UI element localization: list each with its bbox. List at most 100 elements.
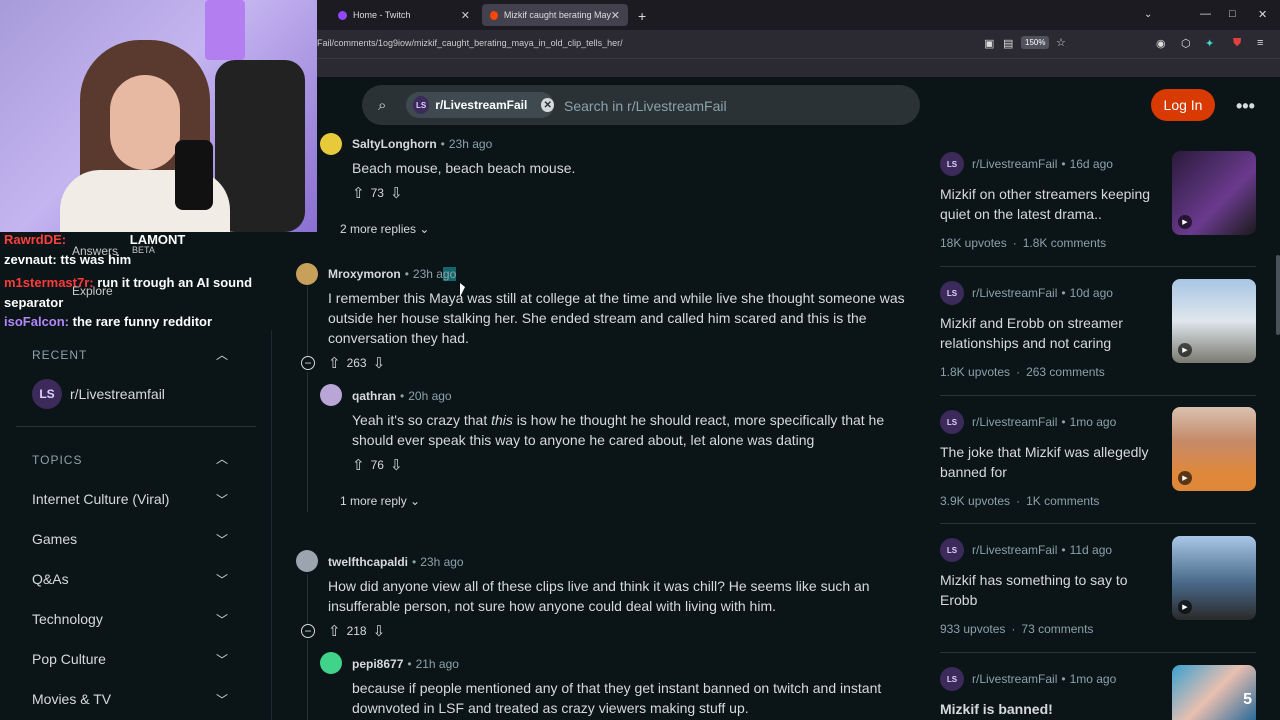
topic-qas[interactable]: Q&As	[32, 571, 69, 587]
related-subreddit[interactable]: r/LivestreamFail	[972, 286, 1057, 300]
chevron-down-icon[interactable]: ﹀	[216, 491, 228, 508]
chat-text: the rare funny redditor	[72, 314, 213, 329]
collapse-thread-icon[interactable]: −	[301, 356, 315, 370]
comment-header: qathran • 20h ago	[352, 389, 452, 403]
sidebar-item-livestreamfail[interactable]: LS r/Livestreamfail	[32, 379, 165, 409]
play-icon: ▶	[1178, 600, 1192, 614]
close-window-button[interactable]: ✕	[1258, 8, 1267, 21]
divider	[940, 523, 1256, 524]
maximize-button[interactable]: □	[1229, 8, 1236, 20]
subreddit-logo: LS	[940, 152, 964, 176]
avatar[interactable]	[296, 263, 318, 285]
avatar[interactable]	[320, 384, 342, 406]
vote-count: 263	[346, 356, 367, 370]
related-title[interactable]: The joke that Mizkif was allegedly banne…	[940, 442, 1160, 482]
topic-pop-culture[interactable]: Pop Culture	[32, 651, 106, 667]
search-input[interactable]: Search in r/LivestreamFail	[564, 98, 727, 114]
related-thumbnail[interactable]: ▶	[1172, 151, 1256, 235]
url-text[interactable]: Fail/comments/1og9iow/mizkif_caught_bera…	[317, 38, 623, 48]
more-replies-button[interactable]: 1 more reply ⌄	[328, 488, 432, 514]
tab-mizkif[interactable]: Mizkif caught berating Maya in ✕	[482, 4, 628, 26]
related-subreddit[interactable]: r/LivestreamFail	[972, 415, 1057, 429]
chat-message: isoFalcon: the rare funny redditor	[4, 314, 212, 329]
downvote-icon[interactable]: ⇩	[373, 354, 386, 372]
new-tab-button[interactable]: +	[638, 8, 646, 24]
comment-time[interactable]: 23h ago	[413, 267, 457, 281]
collapse-thread-icon[interactable]: −	[301, 624, 315, 638]
comment-author[interactable]: SaltyLonghorn	[352, 137, 437, 151]
menu-icon[interactable]: ≡	[1257, 37, 1263, 49]
search-icon[interactable]: ⌕	[378, 97, 386, 114]
extension-icon[interactable]: ✦	[1205, 37, 1214, 50]
comment-author[interactable]: qathran	[352, 389, 396, 403]
chevron-down-icon[interactable]: ﹀	[216, 651, 228, 668]
star-icon[interactable]: ☆	[1056, 36, 1066, 49]
account-icon[interactable]: ◉	[1156, 37, 1166, 50]
login-button[interactable]: Log In	[1151, 89, 1215, 121]
upvote-icon[interactable]: ⇧	[352, 456, 365, 474]
zoom-level[interactable]: 150%	[1021, 36, 1050, 49]
related-subreddit[interactable]: r/LivestreamFail	[972, 157, 1057, 171]
avatar[interactable]	[320, 652, 342, 674]
comment-time[interactable]: 21h ago	[416, 657, 459, 671]
clear-chip-icon[interactable]: ✕	[541, 98, 554, 112]
thread-line	[307, 372, 308, 512]
chevron-up-icon[interactable]: ︿	[216, 346, 228, 363]
chevron-down-icon: ⌄	[419, 222, 430, 236]
comment-author[interactable]: Mroxymoron	[328, 267, 401, 281]
related-thumbnail[interactable]: ▶	[1172, 536, 1256, 620]
topic-internet-culture[interactable]: Internet Culture (Viral)	[32, 491, 169, 507]
streamer-face	[110, 75, 180, 170]
downvote-icon[interactable]: ⇩	[390, 184, 403, 202]
chevron-down-icon[interactable]: ﹀	[216, 571, 228, 588]
more-replies-button[interactable]: 2 more replies ⌄	[328, 216, 441, 242]
close-icon[interactable]: ✕	[611, 9, 620, 22]
comment-author[interactable]: pepi8677	[352, 657, 403, 671]
scrollbar[interactable]	[1276, 255, 1280, 335]
related-subreddit[interactable]: r/LivestreamFail	[972, 672, 1057, 686]
subreddit-search-chip[interactable]: LS r/LivestreamFail ✕	[406, 92, 554, 118]
comment-time[interactable]: 20h ago	[408, 389, 451, 403]
minimize-button[interactable]: —	[1200, 8, 1211, 20]
related-title[interactable]: Mizkif and Erobb on streamer relationshi…	[940, 313, 1160, 353]
chevron-down-icon[interactable]: ﹀	[216, 531, 228, 548]
related-title[interactable]: Mizkif is banned!	[940, 699, 1160, 719]
comment-author[interactable]: twelfthcapaldi	[328, 555, 408, 569]
subreddit-logo: LS	[413, 96, 430, 114]
downvote-icon[interactable]: ⇩	[390, 456, 403, 474]
related-upvotes: 933 upvotes	[940, 622, 1006, 636]
reader-icon[interactable]: ▤	[1003, 37, 1013, 50]
twitch-icon	[338, 10, 347, 20]
close-icon[interactable]: ✕	[461, 9, 470, 22]
chevron-up-icon[interactable]: ︿	[216, 450, 228, 467]
upvote-icon[interactable]: ⇧	[352, 184, 365, 202]
picture-icon[interactable]: ▣	[984, 37, 994, 50]
tab-home-twitch[interactable]: Home - Twitch ✕	[330, 4, 478, 26]
avatar[interactable]	[296, 550, 318, 572]
ublock-icon[interactable]: ⛊	[1233, 37, 1241, 50]
stream-chat: RawrdDE: LAMONT zevnaut: tts was him m1s…	[0, 232, 317, 330]
mouse-cursor	[460, 283, 465, 297]
topic-games[interactable]: Games	[32, 531, 77, 547]
chevron-down-icon[interactable]: ⌄	[1144, 9, 1152, 20]
upvote-icon[interactable]: ⇧	[328, 354, 341, 372]
related-thumbnail[interactable]: ▶	[1172, 407, 1256, 491]
extensions-icon[interactable]: ⬡	[1181, 37, 1191, 50]
comment-time[interactable]: 23h ago	[420, 555, 463, 569]
related-subreddit[interactable]: r/LivestreamFail	[972, 543, 1057, 557]
upvote-icon[interactable]: ⇧	[328, 622, 341, 640]
avatar[interactable]	[320, 133, 342, 155]
downvote-icon[interactable]: ⇩	[373, 622, 386, 640]
related-title[interactable]: Mizkif has something to say to Erobb	[940, 570, 1160, 610]
topic-movies-tv[interactable]: Movies & TV	[32, 691, 111, 707]
topic-technology[interactable]: Technology	[32, 611, 103, 627]
comment-time[interactable]: 23h ago	[449, 137, 492, 151]
chevron-down-icon[interactable]: ﹀	[216, 611, 228, 628]
vote-count: 218	[346, 624, 367, 638]
chevron-down-icon[interactable]: ﹀	[216, 691, 228, 708]
related-thumbnail[interactable]: 5	[1172, 665, 1256, 720]
more-options-icon[interactable]: •••	[1236, 96, 1255, 117]
related-thumbnail[interactable]: ▶	[1172, 279, 1256, 363]
vote-bar: ⇧ 76 ⇩	[352, 456, 403, 474]
related-title[interactable]: Mizkif on other streamers keeping quiet …	[940, 184, 1160, 224]
